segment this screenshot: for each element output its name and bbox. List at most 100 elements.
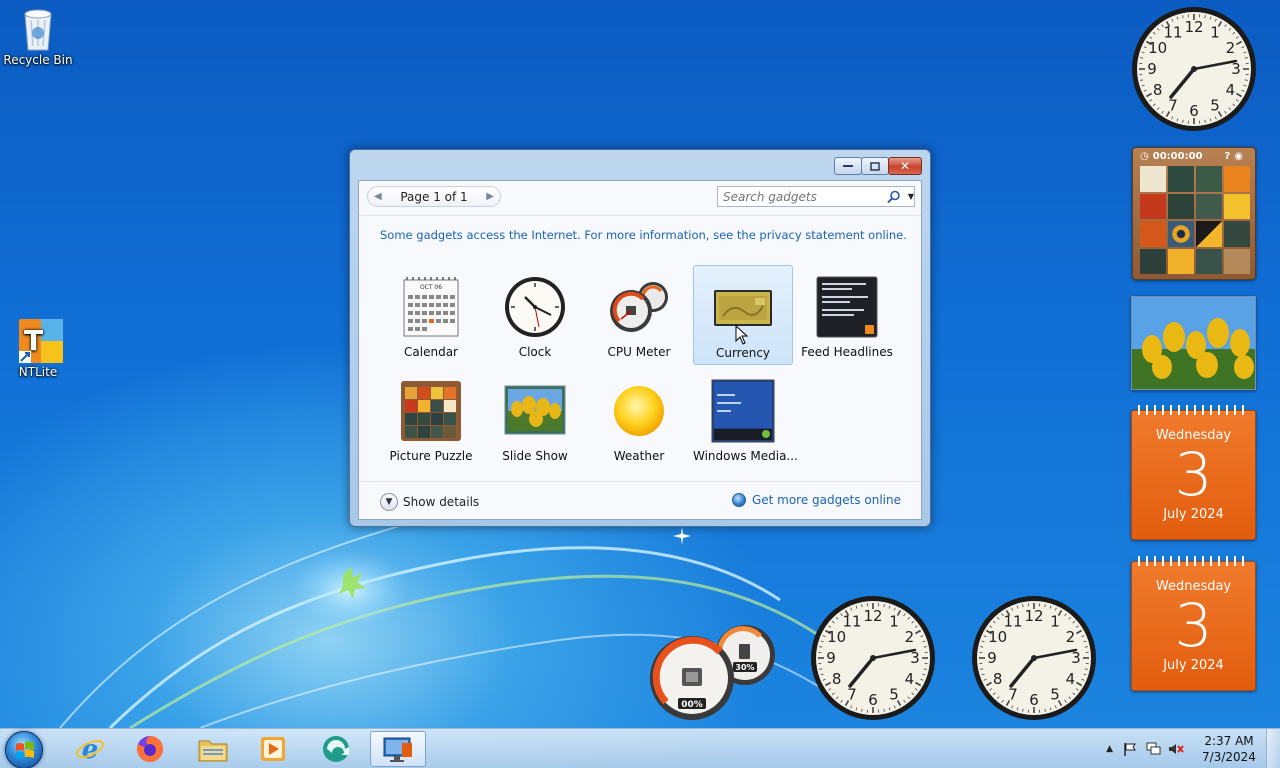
- clock-numeral: 6: [868, 691, 878, 709]
- taskbar-gadgets-app[interactable]: [370, 731, 426, 767]
- gadget-gallery-window: ✕ ◀ Page 1 of 1 ▶ ▼ Some gadgets access …: [349, 149, 931, 527]
- puzzle-piece[interactable]: [1140, 193, 1166, 219]
- next-page-icon[interactable]: ▶: [486, 191, 494, 202]
- cpu-percent: 00%: [681, 700, 703, 710]
- search-input[interactable]: [723, 189, 871, 204]
- clock-numeral: 2: [1226, 39, 1236, 57]
- calendar-month-year: July 2024: [1163, 507, 1224, 522]
- gadget-tile-cpu-meter[interactable]: CPU Meter: [589, 267, 689, 367]
- taskbar: e ▲ 2:37 AM 7/3/2024: [0, 728, 1280, 768]
- gadget-label: CPU Meter: [607, 345, 671, 359]
- gadget-tile-picture-puzzle[interactable]: Picture Puzzle: [381, 371, 481, 471]
- volume-muted-icon[interactable]: [1168, 742, 1184, 756]
- clock-numeral: 8: [1153, 81, 1163, 99]
- clock-numeral: 11: [1163, 24, 1182, 42]
- close-icon: ✕: [899, 159, 911, 173]
- calendar-rings: [1138, 556, 1249, 566]
- show-desktop-button[interactable]: [1266, 729, 1280, 768]
- start-button[interactable]: [5, 731, 43, 768]
- calendar-month-year: July 2024: [1163, 658, 1224, 673]
- restore-button[interactable]: [861, 157, 889, 175]
- divider: [359, 481, 921, 482]
- ntlite-icon: T: [18, 318, 63, 363]
- clock-gadget-top[interactable]: 12 1234567891011: [1130, 5, 1258, 133]
- puzzle-piece[interactable]: [1196, 221, 1222, 247]
- clock-numeral: 4: [1226, 81, 1236, 99]
- search-icon[interactable]: [887, 190, 900, 204]
- gadgets-app-icon: [383, 737, 412, 762]
- divider: [359, 215, 921, 216]
- gadget-label: Windows Media...: [693, 449, 798, 463]
- gadget-tile-windows-media-center[interactable]: Windows Media...: [693, 371, 798, 471]
- firefox-icon: [137, 736, 163, 762]
- clock-numeral: 11: [842, 613, 861, 631]
- clock-numeral: 4: [1066, 670, 1076, 688]
- calendar-gadget-2[interactable]: Wednesday 3 July 2024: [1131, 556, 1256, 691]
- action-center-flag-icon[interactable]: [1123, 742, 1137, 756]
- puzzle-piece[interactable]: [1196, 166, 1222, 192]
- puzzle-piece[interactable]: [1196, 193, 1222, 219]
- puzzle-piece[interactable]: [1196, 248, 1222, 274]
- privacy-info-link[interactable]: Some gadgets access the Internet. For mo…: [380, 228, 907, 242]
- slide-show-gadget[interactable]: [1131, 296, 1256, 390]
- file-explorer-icon: [198, 740, 228, 762]
- puzzle-piece[interactable]: [1168, 248, 1194, 274]
- clock-numeral: 2: [1066, 628, 1076, 646]
- clock-numeral: 8: [993, 670, 1003, 688]
- taskbar-media-player[interactable]: [245, 731, 301, 767]
- desktop-icon-ntlite[interactable]: T NTLite: [0, 318, 76, 379]
- clock-numeral: 1: [889, 613, 899, 631]
- gadget-label: Currency: [715, 346, 771, 360]
- taskbar-file-explorer[interactable]: [185, 731, 241, 767]
- taskbar-internet-explorer[interactable]: e: [62, 731, 118, 767]
- prev-page-icon[interactable]: ◀: [374, 191, 382, 202]
- picture-icon[interactable]: ◉: [1234, 151, 1243, 162]
- svg-text:e: e: [82, 735, 99, 764]
- puzzle-piece[interactable]: [1224, 221, 1250, 247]
- gadget-tile-weather[interactable]: Weather: [589, 371, 689, 471]
- system-clock[interactable]: 2:37 AM 7/3/2024: [1192, 733, 1266, 765]
- taskbar-app[interactable]: [308, 731, 364, 767]
- clock-numeral: 9: [987, 649, 997, 667]
- puzzle-piece[interactable]: [1224, 193, 1250, 219]
- gallery-client: ◀ Page 1 of 1 ▶ ▼ Some gadgets access th…: [358, 180, 922, 520]
- puzzle-piece[interactable]: [1140, 221, 1166, 247]
- pager-text: Page 1 of 1: [400, 189, 468, 204]
- clock-gadget-bottom-2[interactable]: 12 1234567891011: [970, 594, 1098, 722]
- gadget-tile-slide-show[interactable]: Slide Show: [485, 371, 585, 471]
- calendar-gadget-1[interactable]: Wednesday 3 July 2024: [1131, 405, 1256, 540]
- clock-gadget-bottom-1[interactable]: 12 1234567891011: [809, 594, 937, 722]
- get-more-gadgets-link[interactable]: Get more gadgets online: [731, 493, 901, 507]
- picture-puzzle-gadget[interactable]: ◷ 00:00:00? ◉: [1132, 147, 1256, 280]
- gadget-label: Clock: [518, 345, 552, 359]
- puzzle-piece[interactable]: [1140, 166, 1166, 192]
- clock-numeral: 6: [1029, 691, 1039, 709]
- sparkle-icon: [673, 527, 691, 545]
- puzzle-piece[interactable]: [1168, 193, 1194, 219]
- gadget-tile-calendar[interactable]: OCT 06 Calendar: [381, 267, 481, 367]
- calendar-icon-month: OCT 06: [420, 284, 442, 291]
- show-hidden-icons-icon[interactable]: ▲: [1106, 744, 1113, 754]
- puzzle-piece[interactable]: [1168, 221, 1194, 247]
- close-button[interactable]: ✕: [888, 157, 922, 175]
- gadget-label: Slide Show: [502, 449, 568, 463]
- puzzle-piece[interactable]: [1140, 248, 1166, 274]
- show-details-toggle[interactable]: ▼ Show details: [380, 493, 479, 511]
- taskbar-firefox[interactable]: [122, 731, 178, 767]
- puzzle-piece[interactable]: [1168, 166, 1194, 192]
- app-icon: [323, 736, 349, 762]
- desktop-icon-recycle-bin[interactable]: Recycle Bin: [0, 6, 76, 67]
- puzzle-piece[interactable]: [1224, 166, 1250, 192]
- clock-date: 7/3/2024: [1202, 750, 1256, 764]
- gadget-tile-currency[interactable]: Currency: [693, 265, 793, 365]
- help-icon[interactable]: ?: [1224, 151, 1230, 162]
- minimize-button[interactable]: [834, 157, 862, 175]
- network-icon[interactable]: [1146, 742, 1162, 756]
- cpu-meter-gadget[interactable]: 30% 00%: [648, 622, 778, 722]
- calendar-day: 3: [1174, 440, 1213, 510]
- gadget-label: Weather: [613, 449, 665, 463]
- gadget-tile-clock[interactable]: Clock: [485, 267, 585, 367]
- sun-icon: [607, 379, 671, 443]
- search-dropdown-icon[interactable]: ▼: [908, 192, 914, 201]
- gadget-tile-feed-headlines[interactable]: Feed Headlines: [797, 267, 897, 367]
